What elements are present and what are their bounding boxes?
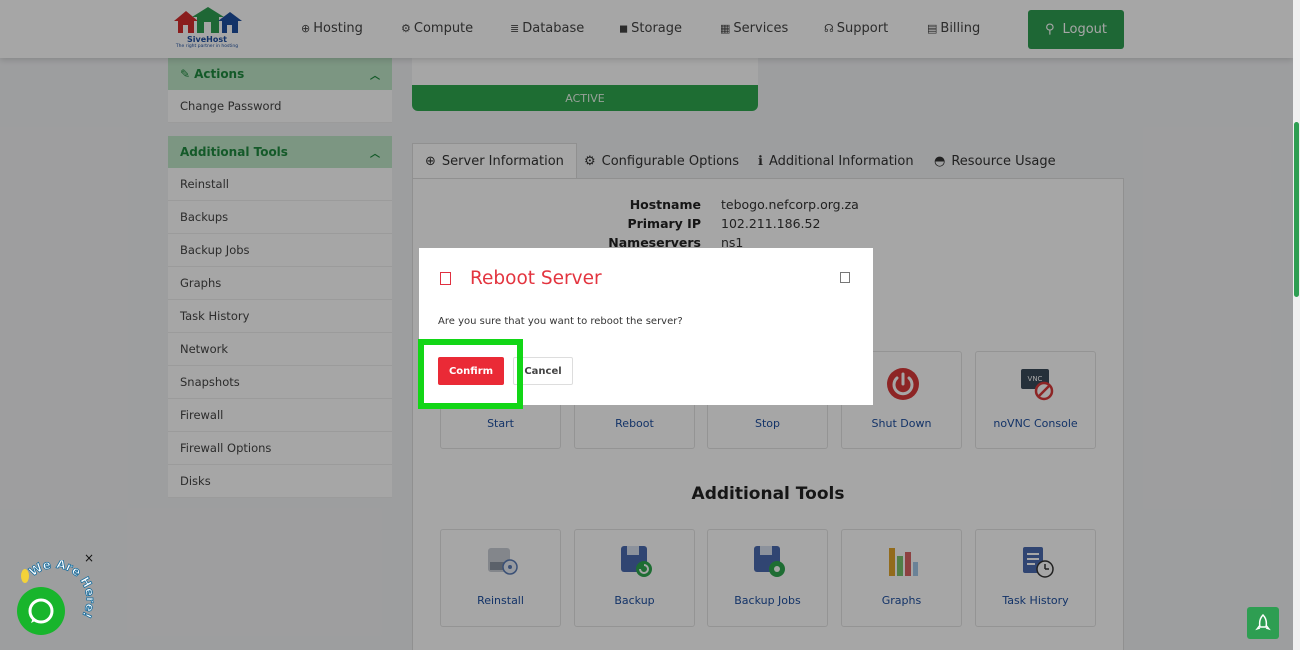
- dialog-title: Reboot Server: [470, 268, 602, 289]
- scrollbar-track[interactable]: [1293, 0, 1300, 650]
- close-icon[interactable]: [840, 272, 850, 283]
- chat-bubble-icon: [28, 598, 54, 624]
- scrollbar-thumb[interactable]: [1294, 122, 1299, 297]
- chat-close-icon[interactable]: ×: [84, 551, 94, 565]
- confirm-highlight-box: [418, 339, 523, 409]
- rocket-icon: [1255, 614, 1271, 631]
- dialog-message: Are you sure that you want to reboot the…: [438, 316, 683, 327]
- scroll-to-top-button[interactable]: [1247, 607, 1279, 639]
- chat-launcher-button[interactable]: [17, 587, 65, 635]
- reboot-icon: [440, 272, 451, 285]
